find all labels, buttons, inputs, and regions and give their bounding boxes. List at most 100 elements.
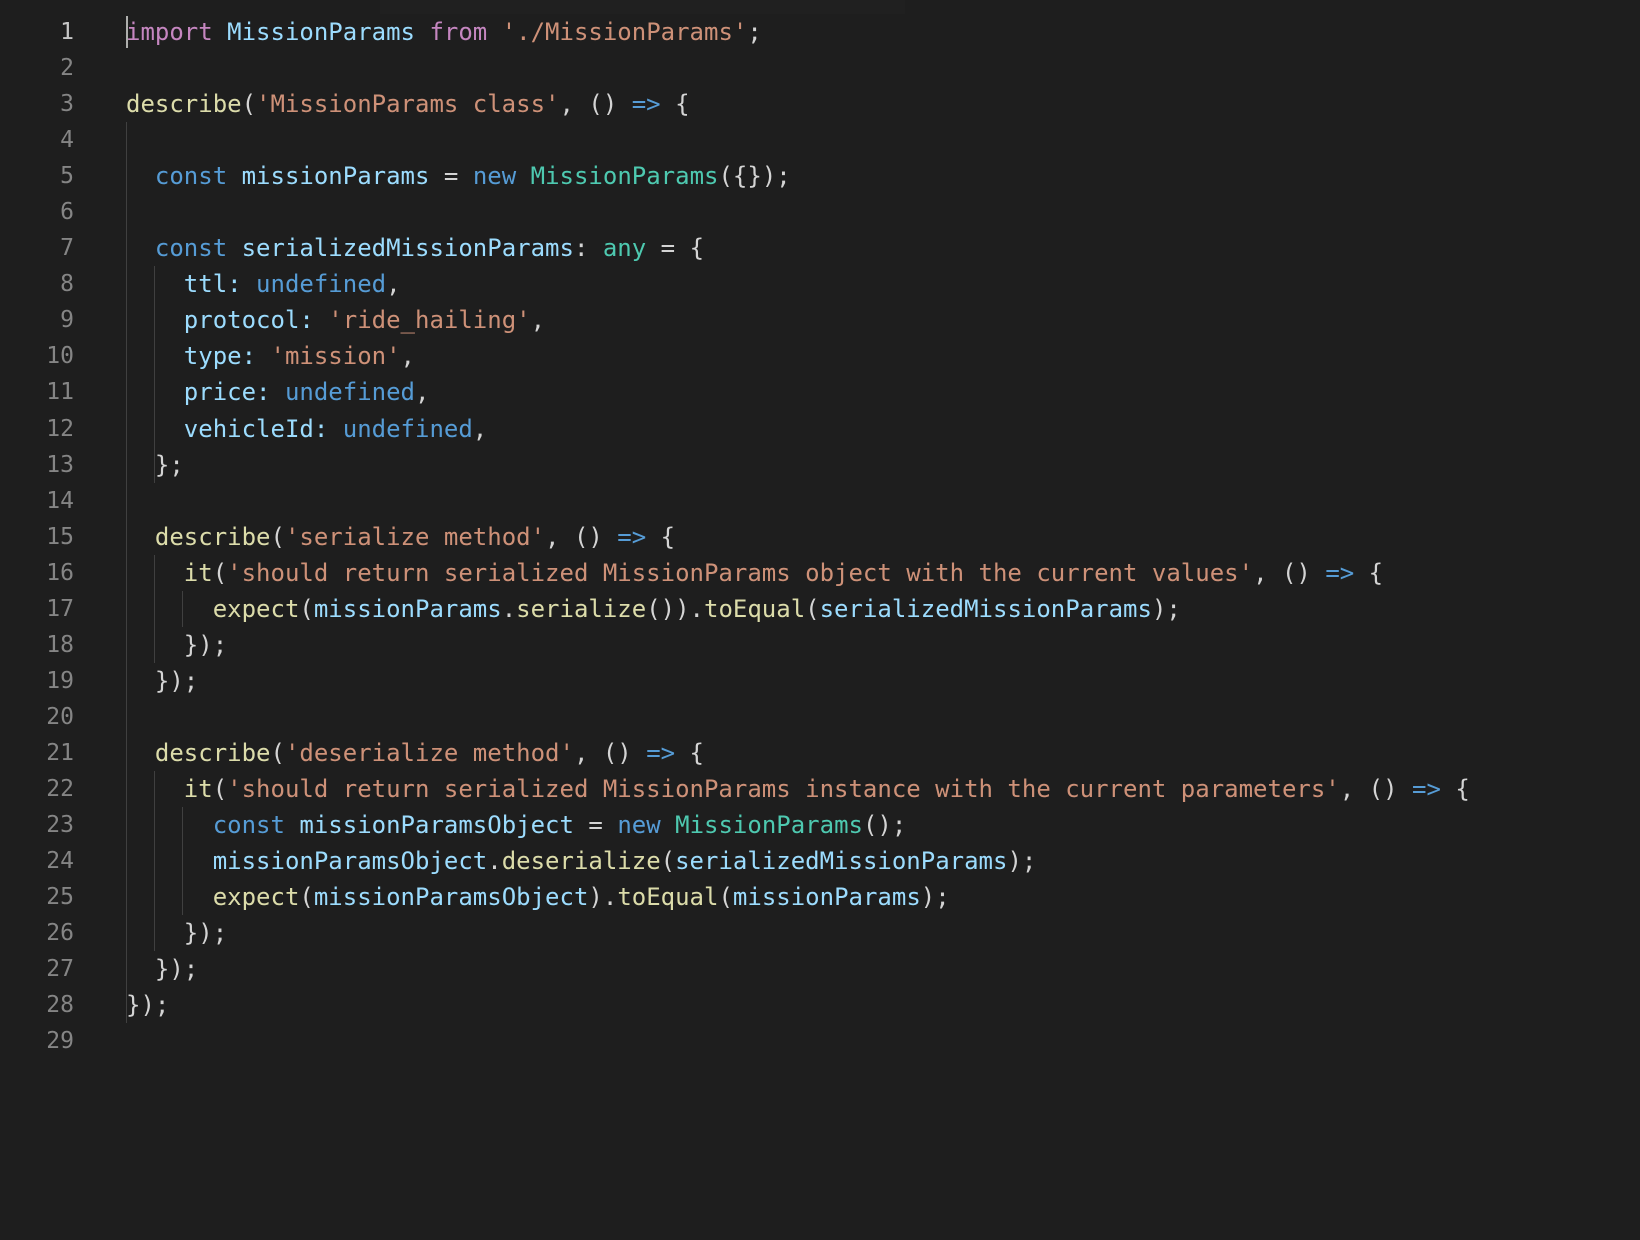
line-number[interactable]: 16 bbox=[0, 555, 100, 591]
code-line[interactable]: }; bbox=[126, 447, 1640, 483]
code-line[interactable] bbox=[126, 122, 1640, 158]
line-number[interactable]: 11 bbox=[0, 374, 100, 410]
code-token: serialize bbox=[516, 594, 647, 623]
code-token: ( bbox=[212, 774, 228, 803]
line-number[interactable]: 6 bbox=[0, 194, 100, 230]
line-number[interactable]: 26 bbox=[0, 915, 100, 951]
line-number[interactable]: 27 bbox=[0, 951, 100, 987]
code-line[interactable]: expect(missionParams.serialize()).toEqua… bbox=[126, 591, 1640, 627]
code-editor[interactable]: 1 2 3 4 5 6 7 8 9 10 11 12 13 14 15 16 17 18 19 20 21 22 23 24 2… bbox=[0, 0, 1640, 1240]
code-line[interactable]: price: undefined, bbox=[126, 374, 1640, 410]
code-line[interactable] bbox=[126, 50, 1640, 86]
code-token: , () bbox=[559, 90, 632, 119]
code-token: , bbox=[386, 270, 401, 299]
code-line[interactable]: vehicleId: undefined, bbox=[126, 411, 1640, 447]
code-line[interactable]: describe('serialize method', () => { bbox=[126, 519, 1640, 555]
code-token: { bbox=[1440, 774, 1470, 803]
code-token: , () bbox=[573, 738, 647, 767]
line-number[interactable]: 7 bbox=[0, 230, 100, 266]
indent-guide bbox=[182, 807, 183, 916]
code-line[interactable]: it('should return serialized MissionPara… bbox=[126, 555, 1640, 591]
code-line[interactable]: const missionParamsObject = new MissionP… bbox=[126, 807, 1640, 843]
code-token: MissionParams bbox=[227, 18, 415, 46]
code-line[interactable]: describe('MissionParams class', () => { bbox=[126, 86, 1640, 122]
code-token: }); bbox=[126, 991, 170, 1020]
line-number[interactable]: 14 bbox=[0, 483, 100, 519]
line-number-gutter[interactable]: 1 2 3 4 5 6 7 8 9 10 11 12 13 14 15 16 17 18 19 20 21 22 23 24 2… bbox=[0, 14, 100, 1059]
code-token: 'should return serialized MissionParams … bbox=[227, 558, 1254, 587]
code-line[interactable]: protocol: 'ride_hailing', bbox=[126, 302, 1640, 338]
code-line[interactable] bbox=[126, 1023, 1640, 1059]
line-number[interactable]: 9 bbox=[0, 302, 100, 338]
line-number[interactable]: 24 bbox=[0, 843, 100, 879]
line-number[interactable]: 25 bbox=[0, 879, 100, 915]
line-number[interactable]: 18 bbox=[0, 627, 100, 663]
code-token: undefined bbox=[342, 414, 473, 443]
code-token: toEqual bbox=[704, 594, 806, 623]
code-token: ). bbox=[588, 883, 618, 912]
code-token: MissionParams bbox=[675, 811, 863, 840]
code-line[interactable]: describe('deserialize method', () => { bbox=[126, 735, 1640, 771]
code-token: { bbox=[675, 738, 704, 767]
line-number[interactable]: 8 bbox=[0, 266, 100, 302]
code-token: = bbox=[573, 811, 618, 840]
indent-guide bbox=[126, 122, 127, 1024]
code-token: { bbox=[660, 90, 690, 119]
code-line[interactable]: }); bbox=[126, 915, 1640, 951]
code-token: vehicleId: bbox=[183, 414, 329, 443]
code-line[interactable]: const missionParams = new MissionParams(… bbox=[126, 158, 1640, 194]
code-token: missionParams bbox=[241, 162, 430, 191]
code-token: , () bbox=[545, 522, 618, 551]
line-number[interactable]: 2 bbox=[0, 50, 100, 86]
line-number[interactable]: 10 bbox=[0, 338, 100, 374]
line-number[interactable]: 3 bbox=[0, 86, 100, 122]
code-line[interactable]: }); bbox=[126, 663, 1640, 699]
line-number[interactable]: 13 bbox=[0, 447, 100, 483]
code-line[interactable]: import MissionParams from './MissionPara… bbox=[126, 14, 1640, 50]
code-line[interactable] bbox=[126, 699, 1640, 735]
line-number[interactable]: 23 bbox=[0, 807, 100, 843]
code-line[interactable]: }); bbox=[126, 951, 1640, 987]
code-token: ); bbox=[1007, 847, 1037, 876]
code-token: undefined bbox=[284, 378, 415, 407]
code-token: ( bbox=[660, 847, 676, 876]
line-number[interactable]: 20 bbox=[0, 699, 100, 735]
code-line[interactable]: }); bbox=[126, 627, 1640, 663]
code-token: any bbox=[602, 234, 647, 263]
code-line[interactable]: ttl: undefined, bbox=[126, 266, 1640, 302]
line-number[interactable]: 22 bbox=[0, 771, 100, 807]
code-line[interactable]: missionParamsObject.deserialize(serializ… bbox=[126, 843, 1640, 879]
line-number[interactable]: 15 bbox=[0, 519, 100, 555]
code-token: it bbox=[183, 774, 213, 803]
code-token: new bbox=[617, 811, 661, 840]
line-number[interactable]: 21 bbox=[0, 735, 100, 771]
line-number[interactable]: 17 bbox=[0, 591, 100, 627]
code-line[interactable]: const serializedMissionParams: any = { bbox=[126, 230, 1640, 266]
line-number[interactable]: 5 bbox=[0, 158, 100, 194]
code-line[interactable] bbox=[126, 483, 1640, 519]
code-token: ({}); bbox=[718, 162, 791, 191]
code-line[interactable]: }); bbox=[126, 987, 1640, 1023]
code-token: from bbox=[429, 18, 488, 46]
code-token: ( bbox=[718, 883, 733, 912]
line-number[interactable]: 12 bbox=[0, 411, 100, 447]
code-line[interactable]: it('should return serialized MissionPara… bbox=[126, 771, 1640, 807]
line-number[interactable]: 19 bbox=[0, 663, 100, 699]
line-number[interactable]: 4 bbox=[0, 122, 100, 158]
line-number[interactable]: 28 bbox=[0, 987, 100, 1023]
code-line[interactable]: type: 'mission', bbox=[126, 338, 1640, 374]
line-number[interactable]: 1 bbox=[0, 14, 100, 50]
code-area[interactable]: import MissionParams from './MissionPara… bbox=[126, 14, 1640, 1059]
code-line[interactable]: expect(missionParamsObject).toEqual(miss… bbox=[126, 879, 1640, 915]
code-token: ()). bbox=[646, 594, 704, 623]
code-token: protocol: bbox=[183, 306, 314, 335]
code-token: . bbox=[501, 594, 517, 623]
line-number[interactable]: 29 bbox=[0, 1023, 100, 1059]
code-token: serializedMissionParams bbox=[241, 234, 574, 263]
code-line[interactable] bbox=[126, 194, 1640, 230]
